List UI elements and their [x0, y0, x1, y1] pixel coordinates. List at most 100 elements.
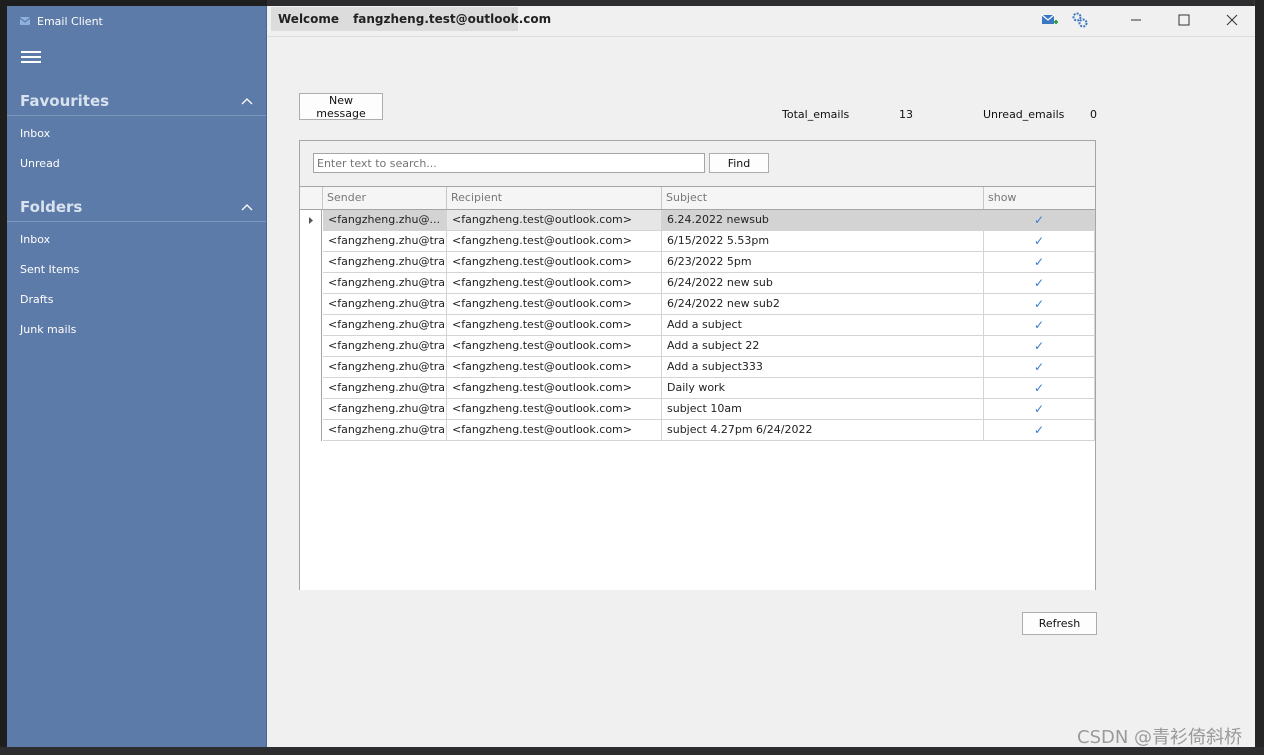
total-emails-value: 13 — [899, 108, 913, 121]
sidebar-item-junk-mails[interactable]: Junk mails — [20, 321, 76, 339]
cell-recipient: <fangzheng.test@outlook.com> — [447, 210, 662, 231]
favourites-group-header[interactable]: Favourites — [7, 89, 266, 116]
new-mail-icon[interactable] — [1041, 11, 1059, 29]
cell-show[interactable]: ✓ — [984, 420, 1095, 441]
row-indicator[interactable] — [300, 294, 322, 315]
cell-show[interactable]: ✓ — [984, 273, 1095, 294]
cell-show[interactable]: ✓ — [984, 399, 1095, 420]
cell-show[interactable]: ✓ — [984, 315, 1095, 336]
chevron-up-icon[interactable] — [240, 201, 254, 215]
background-ide-bottom — [0, 747, 1264, 755]
search-input[interactable] — [313, 153, 705, 173]
sidebar-item-unread[interactable]: Unread — [20, 155, 60, 173]
total-emails-label: Total_emails — [782, 108, 850, 121]
cell-show[interactable]: ✓ — [984, 378, 1095, 399]
column-header-show[interactable]: show — [984, 187, 1095, 209]
cell-sender: <fangzheng.zhu@tra... — [323, 420, 447, 441]
table-row[interactable]: <fangzheng.zhu@tra... <fangzheng.test@out… — [300, 273, 1095, 294]
find-button[interactable]: Find — [709, 153, 769, 173]
table-row[interactable]: <fangzheng.zhu@tra... <fangzheng.test@out… — [300, 336, 1095, 357]
sidebar-item-sent-items[interactable]: Sent Items — [20, 261, 79, 279]
row-indicator[interactable] — [300, 336, 322, 357]
table-row[interactable]: <fangzheng.zhu@... <fangzheng.test@outloo… — [300, 210, 1095, 231]
cell-subject: 6/15/2022 5.53pm — [662, 231, 984, 252]
row-indicator[interactable] — [300, 273, 322, 294]
cell-show[interactable]: ✓ — [984, 231, 1095, 252]
favourites-label: Favourites — [20, 92, 110, 110]
column-header-recipient[interactable]: Recipient — [447, 187, 662, 209]
row-indicator[interactable] — [300, 420, 322, 441]
folders-group-header[interactable]: Folders — [7, 195, 266, 222]
table-row[interactable]: <fangzheng.zhu@tra... <fangzheng.test@out… — [300, 357, 1095, 378]
new-message-button[interactable]: New message — [299, 93, 383, 120]
cell-show[interactable]: ✓ — [984, 294, 1095, 315]
app-title: Email Client — [37, 14, 103, 28]
hamburger-menu-icon[interactable] — [21, 51, 41, 65]
table-row[interactable]: <fangzheng.zhu@tra... <fangzheng.test@out… — [300, 315, 1095, 336]
cell-recipient: <fangzheng.test@outlook.com> — [447, 294, 662, 315]
row-indicator[interactable] — [300, 357, 322, 378]
row-indicator[interactable] — [300, 378, 322, 399]
cell-sender: <fangzheng.zhu@tra... — [323, 294, 447, 315]
cell-subject: Add a subject333 — [662, 357, 984, 378]
row-indicator[interactable] — [300, 399, 322, 420]
cell-subject: 6/24/2022 new sub — [662, 273, 984, 294]
cell-subject: 6/23/2022 5pm — [662, 252, 984, 273]
cell-subject: 6/24/2022 new sub2 — [662, 294, 984, 315]
refresh-button[interactable]: Refresh — [1022, 612, 1097, 635]
close-icon[interactable] — [1223, 11, 1241, 29]
welcome-banner: Welcome fangzheng.test@outlook.com — [271, 7, 551, 31]
background-ide-right — [1254, 0, 1264, 755]
table-row[interactable]: <fangzheng.zhu@tra... <fangzheng.test@out… — [300, 420, 1095, 441]
row-indicator[interactable] — [300, 252, 322, 273]
title-bar: Welcome fangzheng.test@outlook.com — [267, 6, 1255, 37]
settings-gears-icon[interactable] — [1071, 11, 1089, 29]
cell-show[interactable]: ✓ — [984, 210, 1095, 231]
cell-recipient: <fangzheng.test@outlook.com> — [447, 315, 662, 336]
grid-header: Sender Recipient Subject show — [300, 187, 1095, 210]
table-row[interactable]: <fangzheng.zhu@tra... <fangzheng.test@out… — [300, 378, 1095, 399]
app-title-bar: Email Client — [19, 13, 103, 29]
maximize-icon[interactable] — [1175, 11, 1193, 29]
cell-subject: 6.24.2022 newsub — [662, 210, 984, 231]
app-logo-icon — [19, 17, 31, 25]
cell-subject: Add a subject 22 — [662, 336, 984, 357]
unread-emails-label: Unread_emails — [983, 108, 1065, 121]
cell-sender: <fangzheng.zhu@tra... — [323, 315, 447, 336]
cell-recipient: <fangzheng.test@outlook.com> — [447, 399, 662, 420]
cell-sender: <fangzheng.zhu@tra... — [323, 357, 447, 378]
cell-show[interactable]: ✓ — [984, 357, 1095, 378]
sidebar-item-favourites-inbox[interactable]: Inbox — [20, 125, 50, 143]
column-header-subject[interactable]: Subject — [662, 187, 984, 209]
cell-recipient: <fangzheng.test@outlook.com> — [447, 273, 662, 294]
cell-subject: subject 4.27pm 6/24/2022 — [662, 420, 984, 441]
row-indicator[interactable] — [300, 231, 322, 252]
sidebar-item-drafts[interactable]: Drafts — [20, 291, 53, 309]
cell-sender: <fangzheng.zhu@... — [323, 210, 447, 231]
cell-sender: <fangzheng.zhu@tra... — [323, 336, 447, 357]
column-header-sender[interactable]: Sender — [323, 187, 447, 209]
sidebar-item-inbox[interactable]: Inbox — [20, 231, 50, 249]
cell-sender: <fangzheng.zhu@tra... — [323, 231, 447, 252]
email-grid-panel: Find Sender Recipient Subject show <fang… — [299, 140, 1096, 590]
sidebar: Email Client Favourites Inbox Unread Fol… — [7, 6, 267, 747]
cell-show[interactable]: ✓ — [984, 336, 1095, 357]
table-row[interactable]: <fangzheng.zhu@tra... <fangzheng.test@out… — [300, 231, 1095, 252]
table-row[interactable]: <fangzheng.zhu@tra... <fangzheng.test@out… — [300, 252, 1095, 273]
table-row[interactable]: <fangzheng.zhu@tra... <fangzheng.test@out… — [300, 399, 1095, 420]
cell-show[interactable]: ✓ — [984, 252, 1095, 273]
table-row[interactable]: <fangzheng.zhu@tra... <fangzheng.test@out… — [300, 294, 1095, 315]
cell-recipient: <fangzheng.test@outlook.com> — [447, 378, 662, 399]
cell-recipient: <fangzheng.test@outlook.com> — [447, 231, 662, 252]
row-indicator[interactable] — [300, 315, 322, 336]
header-indicator — [300, 187, 323, 209]
user-email: fangzheng.test@outlook.com — [353, 12, 552, 26]
watermark: CSDN @青衫倚斜桥 — [1077, 727, 1243, 748]
cell-subject: Add a subject — [662, 315, 984, 336]
cell-sender: <fangzheng.zhu@tra... — [323, 378, 447, 399]
row-pointer-icon — [309, 217, 313, 224]
chevron-up-icon[interactable] — [240, 95, 254, 109]
row-indicator[interactable] — [300, 210, 322, 231]
minimize-icon[interactable] — [1127, 11, 1145, 29]
welcome-label: Welcome — [278, 12, 340, 26]
